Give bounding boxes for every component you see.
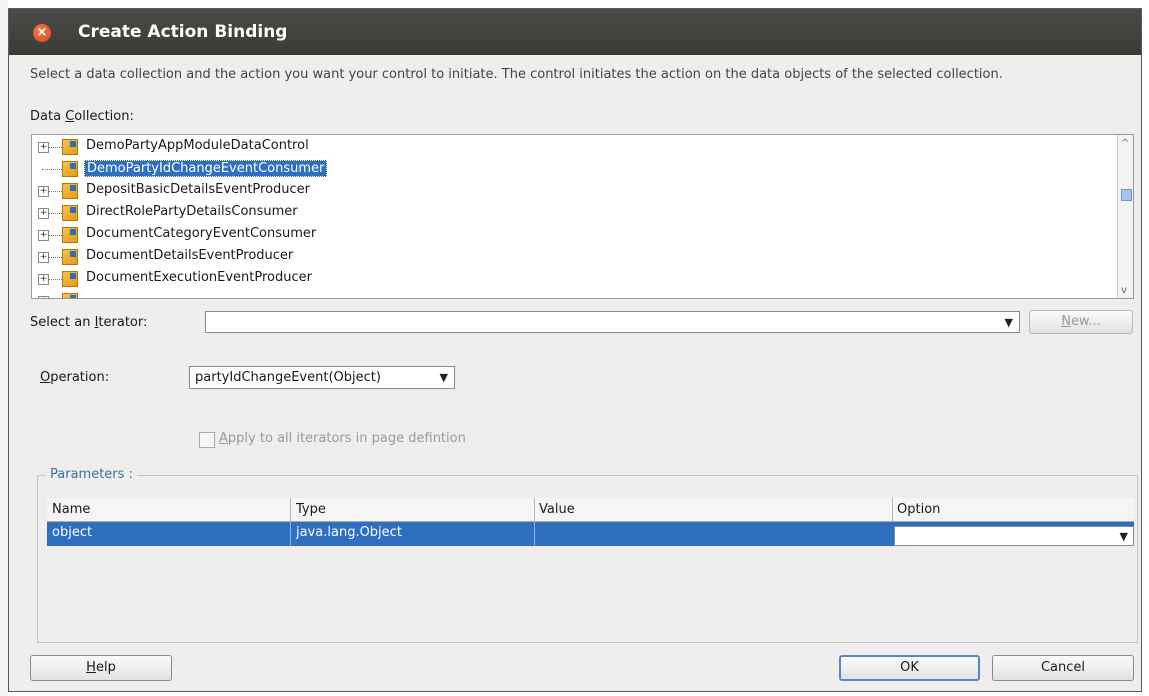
new-iterator-button[interactable]: New... [1029,310,1133,334]
data-control-icon [62,161,78,177]
parameters-legend: Parameters : [46,467,137,482]
column-header-name[interactable]: Name [52,502,90,517]
close-icon[interactable]: × [33,24,51,42]
chevron-down-icon: ▼ [1119,530,1128,543]
data-collection-label: Data Collection: [30,109,134,124]
scroll-thumb[interactable] [1121,189,1132,201]
apply-all-checkbox[interactable] [199,432,215,448]
help-button[interactable]: Help [30,655,172,681]
tree-item[interactable]: + DocumentDetailsEventProducer [32,246,1112,268]
chevron-down-icon: ▼ [1004,316,1013,329]
cancel-button[interactable]: Cancel [992,655,1134,681]
iterator-label: Select an Iterator: [30,315,148,330]
tree-item[interactable]: + DirectRolePartyDetailsConsumer [32,202,1112,224]
create-action-binding-dialog: × Create Action Binding Select a data co… [8,8,1142,692]
param-type-cell: java.lang.Object [296,525,402,540]
data-control-icon [62,205,78,221]
scroll-down-icon[interactable]: v [1121,285,1127,296]
data-control-icon [62,139,78,155]
table-header: Name Type Value Option [47,498,1134,522]
tree-item-partial[interactable]: + [32,290,1112,298]
data-control-icon [62,183,78,199]
chevron-down-icon: ▼ [439,371,448,384]
ok-button[interactable]: OK [839,655,980,681]
tree-scrollbar[interactable]: ^ v [1117,135,1133,298]
operation-select[interactable]: partyIdChangeEvent(Object) ▼ [189,366,455,389]
column-header-option[interactable]: Option [897,502,940,517]
param-name-cell: object [52,525,93,540]
tree-item[interactable]: + DocumentCategoryEventConsumer [32,224,1112,246]
background-strip [0,0,8,696]
tree-item[interactable]: + DemoPartyAppModuleDataControl [32,136,1112,158]
operation-label: Operation: [40,370,110,385]
dialog-description: Select a data collection and the action … [30,67,1003,82]
data-control-icon [62,249,78,265]
column-header-type[interactable]: Type [296,502,326,517]
param-option-select[interactable]: ▼ [894,526,1134,546]
title-bar: × Create Action Binding [9,9,1141,55]
data-control-icon [62,271,78,287]
tree-item[interactable]: + DepositBasicDetailsEventProducer [32,180,1112,202]
data-control-icon [62,293,78,298]
dialog-title: Create Action Binding [78,22,288,42]
apply-all-label: Apply to all iterators in page defintion [219,431,466,446]
data-control-icon [62,227,78,243]
parameters-table: Name Type Value Option object java.lang.… [47,498,1134,640]
expand-icon[interactable]: + [38,296,49,298]
scroll-up-icon[interactable]: ^ [1121,138,1129,149]
tree-item-selected[interactable]: DemoPartyIdChangeEventConsumer [32,158,1112,180]
column-header-value[interactable]: Value [539,502,575,517]
data-collection-tree[interactable]: + DemoPartyAppModuleDataControl DemoPart… [31,134,1134,299]
iterator-select[interactable]: ▼ [205,311,1020,333]
tree-item[interactable]: + DocumentExecutionEventProducer [32,268,1112,290]
